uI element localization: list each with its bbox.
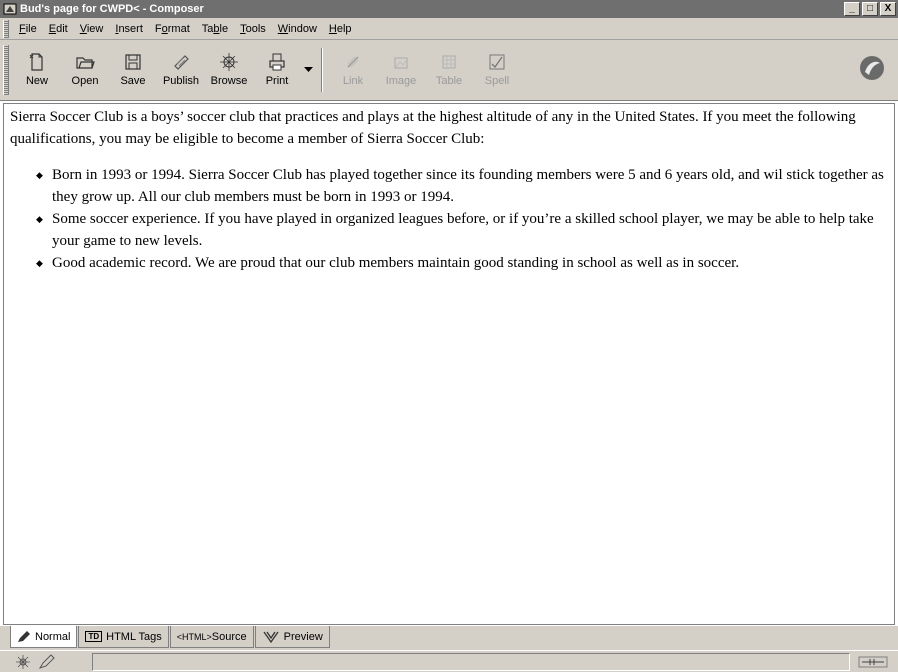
composition-toolbar: New Open Save Publish Browse Print Link … xyxy=(0,40,898,101)
image-button[interactable]: Image xyxy=(377,46,425,94)
list-item: Good academic record. We are proud that … xyxy=(36,252,888,274)
close-button[interactable]: X xyxy=(880,2,896,16)
minimize-button[interactable]: _ xyxy=(844,2,860,16)
menu-window[interactable]: Window xyxy=(272,23,323,35)
qualifications-list: Born in 1993 or 1994. Sierra Soccer Club… xyxy=(36,164,888,274)
browse-globe-icon xyxy=(220,53,238,71)
table-button[interactable]: Table xyxy=(425,46,473,94)
navigator-icon[interactable] xyxy=(14,654,32,670)
table-button-label: Table xyxy=(435,75,463,87)
publish-button[interactable]: Publish xyxy=(157,46,205,94)
maximize-button[interactable]: □ xyxy=(862,2,878,16)
edit-mode-tabs: Normal TD HTML Tags <HTML> Source Previe… xyxy=(0,626,898,650)
composer-app-icon xyxy=(3,3,17,15)
new-button-label: New xyxy=(25,75,48,87)
chevron-down-icon xyxy=(303,67,313,72)
preview-icon xyxy=(263,631,279,643)
menu-insert[interactable]: Insert xyxy=(109,23,149,35)
tab-source[interactable]: <HTML> Source xyxy=(169,626,254,648)
link-button-label: Link xyxy=(342,75,364,87)
status-bar xyxy=(0,650,898,672)
open-folder-icon xyxy=(76,57,95,69)
throbber-logo-icon[interactable] xyxy=(858,54,886,82)
spell-check-icon xyxy=(489,54,505,70)
html-source-icon: <HTML> xyxy=(176,631,212,642)
menu-edit[interactable]: Edit xyxy=(43,23,74,35)
pencil-icon xyxy=(18,630,30,642)
menu-tools[interactable]: Tools xyxy=(234,23,272,35)
link-button[interactable]: Link xyxy=(329,46,377,94)
printer-icon xyxy=(269,53,285,71)
toolbar-grip[interactable] xyxy=(3,45,9,95)
spell-button-label: Spell xyxy=(484,75,510,87)
new-button[interactable]: New xyxy=(13,46,61,94)
print-button-label: Print xyxy=(265,75,289,87)
status-text-field xyxy=(92,652,850,671)
spell-button[interactable]: Spell xyxy=(473,46,521,94)
list-item: Born in 1993 or 1994. Sierra Soccer Club… xyxy=(36,164,888,208)
menu-view[interactable]: View xyxy=(74,23,110,35)
tab-preview[interactable]: Preview xyxy=(254,626,330,648)
save-button[interactable]: Save xyxy=(109,46,157,94)
menu-bar: File Edit View Insert Format Table Tools… xyxy=(0,18,898,40)
image-icon xyxy=(394,57,408,69)
menu-format[interactable]: Format xyxy=(149,23,196,35)
publish-button-label: Publish xyxy=(162,75,200,87)
print-button[interactable]: Print xyxy=(253,46,301,94)
online-status-icon[interactable] xyxy=(858,654,888,670)
tab-normal[interactable]: Normal xyxy=(10,626,78,648)
menu-table[interactable]: Table xyxy=(196,23,234,35)
toolbar-separator xyxy=(321,48,323,92)
link-icon xyxy=(347,56,359,68)
publish-icon xyxy=(174,55,189,70)
window-title: Bud's page for CWPD< - Composer xyxy=(20,3,204,15)
print-dropdown-arrow[interactable] xyxy=(301,46,315,94)
tab-html-tags[interactable]: TD HTML Tags xyxy=(78,626,169,648)
new-page-icon xyxy=(29,53,43,71)
table-icon xyxy=(442,55,456,69)
floppy-disk-icon xyxy=(125,54,141,70)
open-button-label: Open xyxy=(71,75,99,87)
tag-icon: TD xyxy=(85,631,103,642)
image-button-label: Image xyxy=(385,75,417,87)
menu-file[interactable]: File xyxy=(13,23,43,35)
menubar-grip[interactable] xyxy=(3,19,9,38)
document-editor[interactable]: Sierra Soccer Club is a boys’ soccer clu… xyxy=(3,103,895,625)
list-item: Some soccer experience. If you have play… xyxy=(36,208,888,252)
title-bar: Bud's page for CWPD< - Composer _ □ X xyxy=(0,0,898,18)
composer-status-icon[interactable] xyxy=(38,653,56,670)
browse-button[interactable]: Browse xyxy=(205,46,253,94)
intro-paragraph: Sierra Soccer Club is a boys’ soccer clu… xyxy=(10,109,856,147)
browse-button-label: Browse xyxy=(210,75,248,87)
open-button[interactable]: Open xyxy=(61,46,109,94)
save-button-label: Save xyxy=(120,75,146,87)
menu-help[interactable]: Help xyxy=(323,23,358,35)
